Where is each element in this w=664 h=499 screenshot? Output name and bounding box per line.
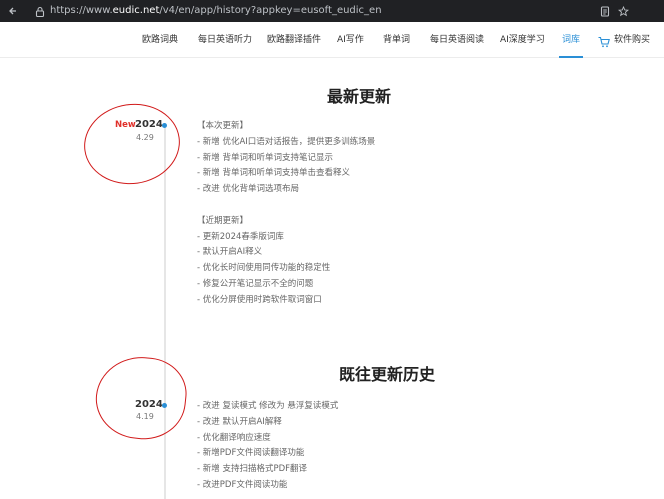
back-icon[interactable] [6, 4, 20, 18]
changelog-line: - 改进 默认开启AI解释 [197, 416, 282, 427]
nav-item-translate-plugin[interactable]: 欧路翻译插件 [267, 22, 321, 58]
nav-item-daily-reading[interactable]: 每日英语阅读 [430, 22, 484, 58]
address-url[interactable]: https://www.eudic.net/v4/en/app/history?… [50, 4, 382, 18]
annotation-circle-history [91, 352, 191, 444]
changelog-line: 【近期更新】 [197, 215, 249, 226]
history-changelog: - 改进 复读模式 修改为 悬浮复读模式 - 改进 默认开启AI解释 - 优化翻… [197, 399, 338, 494]
bookmark-star-icon[interactable] [616, 4, 630, 18]
nav-item-daily-listening[interactable]: 每日英语听力 [198, 22, 252, 58]
changelog-line: 【本次更新】 [197, 121, 249, 131]
nav-item-ai-learning[interactable]: AI深度学习 [500, 22, 545, 58]
timeline-line [164, 126, 166, 499]
site-nav: 欧路词典 每日英语听力 欧路翻译插件 AI写作 背单词 每日英语阅读 AI深度学… [0, 22, 664, 58]
changelog-line: - 改进 优化背单词选项布局 [197, 184, 299, 195]
changelog-line: - 新增PDF文件阅读翻译功能 [197, 448, 305, 459]
changelog-line [197, 198, 375, 214]
nav-item-purchase[interactable]: 软件购买 [614, 22, 650, 58]
cart-icon[interactable] [598, 33, 610, 48]
changelog-line: - 新增 背单词和听单词支持单击查看释义 [197, 168, 350, 179]
changelog-line: - 新增 支持扫描格式PDF翻译 [197, 464, 308, 475]
changelog-line: - 优化分屏使用时跨软件取词窗口 [197, 294, 322, 305]
browser-address-bar: https://www.eudic.net/v4/en/app/history?… [0, 0, 664, 22]
annotation-circle-latest [78, 97, 186, 191]
changelog-line: - 改进PDF文件阅读功能 [197, 479, 288, 490]
changelog-line: - 更新2024春季版词库 [197, 231, 284, 242]
latest-update-title: 最新更新 [327, 87, 392, 106]
latest-changelog: 【本次更新】 - 新增 优化AI口语对话报告，提供更多训练场景 - 新增 背单词… [197, 119, 375, 309]
nav-item-eudic[interactable]: 欧路词典 [142, 22, 178, 58]
history-title: 既往更新历史 [339, 365, 436, 384]
reader-mode-icon[interactable] [598, 4, 612, 18]
changelog-line: - 修复公开笔记显示不全的问题 [197, 278, 314, 289]
changelog-line: - 优化翻译响应速度 [197, 432, 271, 443]
changelog-line: - 改进 复读模式 修改为 悬浮复读模式 [197, 401, 339, 411]
changelog-line: - 优化长时间使用同传功能的稳定性 [197, 263, 331, 274]
nav-item-word-library[interactable]: 词库 [558, 22, 584, 58]
changelog-line: - 新增 优化AI口语对话报告，提供更多训练场景 [197, 136, 376, 147]
changelog-line: - 新增 背单词和听单词支持笔记显示 [197, 152, 333, 163]
lock-icon[interactable] [33, 4, 47, 18]
nav-item-vocabulary[interactable]: 背单词 [383, 22, 410, 58]
changelog-line: - 默认开启AI释义 [197, 247, 263, 258]
nav-item-ai-writing[interactable]: AI写作 [337, 22, 364, 58]
